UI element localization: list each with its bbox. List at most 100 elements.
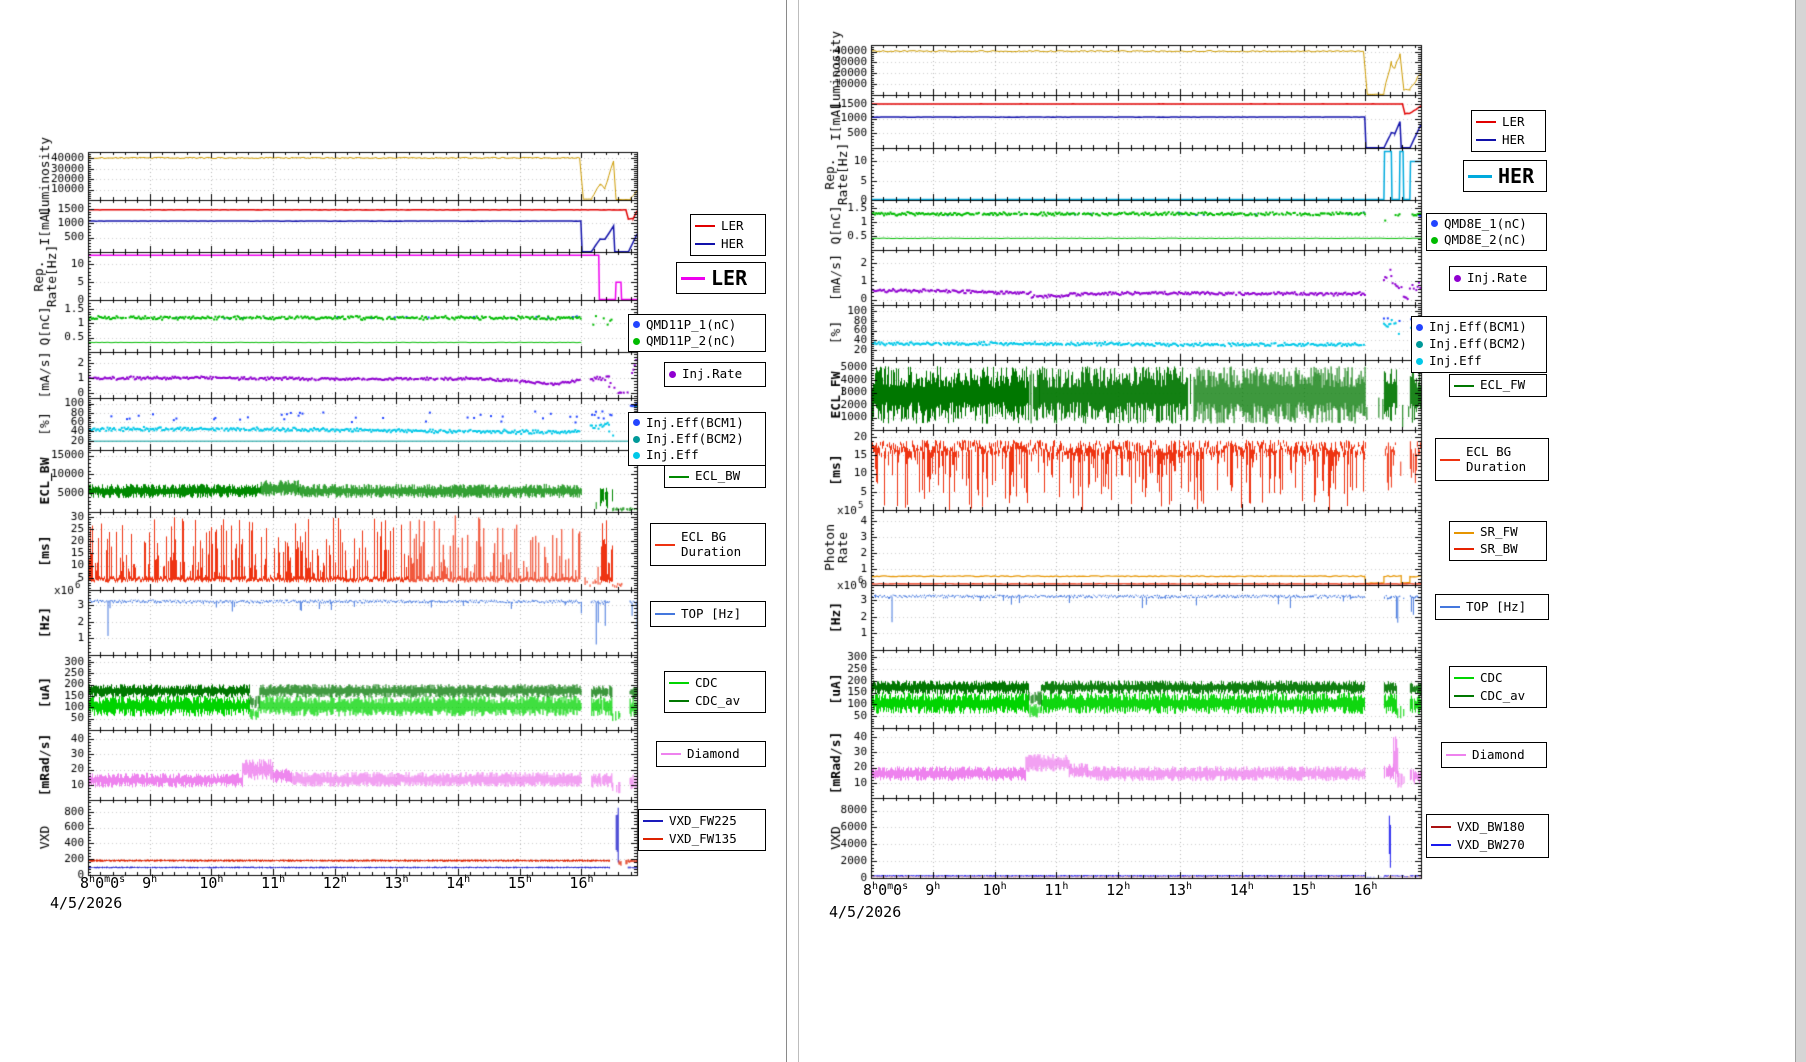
x-tick-label: 16h <box>569 874 594 892</box>
panel-right: 8h0m0s 9h 10h 11h 12h 13h 14h 15h 16h LER HER HER Q… <box>798 0 1806 1062</box>
legend-ecl-bg: ECL BG Duration <box>1435 438 1549 481</box>
legend-item: Inj.Rate <box>1454 270 1542 286</box>
dot-marker-icon <box>633 337 640 345</box>
legend-label: Inj.Rate <box>682 366 743 382</box>
legend-label: QMD8E_2(nC) <box>1444 231 1527 247</box>
legend-item: VXD_BW180 <box>1431 818 1544 834</box>
legend-rep-rate: LER <box>676 262 766 294</box>
legend-item: Inj.Eff(BCM2) <box>633 431 761 446</box>
legend-label: ECL_BW <box>695 468 741 484</box>
scrollbar[interactable] <box>1795 0 1806 1062</box>
x-tick-label-start: 8h0m0s <box>863 881 909 899</box>
legend-label: LER <box>1502 114 1525 130</box>
legend-item: Inj.Eff(BCM2) <box>1416 336 1542 351</box>
legend-inj-eff: Inj.Eff(BCM1) Inj.Eff(BCM2) Inj.Eff <box>628 412 766 466</box>
dot-marker-icon <box>1454 275 1461 282</box>
line-marker-icon <box>643 820 663 823</box>
line-marker-icon <box>1446 754 1466 756</box>
line-marker-icon <box>1454 694 1474 697</box>
legend-cdc: CDC CDC_av <box>664 671 766 713</box>
legend-label: HER <box>1502 131 1525 147</box>
legend-label: Inj.Eff(BCM1) <box>1429 319 1527 335</box>
legend-label: TOP [Hz] <box>681 605 742 621</box>
legend-item: CDC_av <box>1454 687 1542 703</box>
x-tick-label: 14h <box>446 874 471 892</box>
legend-charge: QMD8E_1(nC) QMD8E_2(nC) <box>1426 213 1547 251</box>
legend-item: Inj.Eff(BCM1) <box>633 415 761 430</box>
x-tick-label: 10h <box>199 874 224 892</box>
legend-label: Inj.Rate <box>1467 270 1528 286</box>
legend-photon-rate: SR_FW SR_BW <box>1449 521 1547 561</box>
legend-diamond: Diamond <box>1441 742 1547 768</box>
x-tick-label: 9h <box>925 881 941 899</box>
line-marker-icon <box>1454 548 1474 551</box>
legend-label: Diamond <box>1472 746 1525 762</box>
legend-item: QMD11P_2(nC) <box>633 333 761 348</box>
legend-label: LER <box>721 218 744 234</box>
x-tick-label-start: 8h0m0s <box>80 874 126 892</box>
legend-label: CDC <box>695 675 718 691</box>
dot-marker-icon <box>1416 341 1423 348</box>
legend-item: CDC <box>669 675 761 691</box>
legend-item: ECL_FW <box>1454 377 1542 393</box>
line-marker-icon <box>1431 825 1451 828</box>
legend-label: CDC <box>1480 670 1503 686</box>
legend-i-beam: LER HER <box>690 214 766 256</box>
legend-label: ECL_FW <box>1480 377 1526 393</box>
line-marker-icon <box>655 613 675 615</box>
legend-label: ECL BG Duration <box>1466 444 1527 474</box>
legend-ecl-bg: ECL BG Duration <box>650 523 766 566</box>
x-tick-label: 11h <box>1044 881 1069 899</box>
legend-item: HER <box>1468 163 1542 188</box>
legend-label: LER <box>711 265 748 290</box>
legend-item: Diamond <box>1446 746 1542 762</box>
legend-item: VXD_FW135 <box>643 830 761 846</box>
line-marker-icon <box>695 242 715 245</box>
legend-label: SR_FW <box>1480 524 1518 540</box>
legend-item: SR_FW <box>1454 525 1542 539</box>
line-marker-icon <box>669 682 689 685</box>
date-label: 4/5/2026 <box>50 894 123 912</box>
legend-label: CDC_av <box>1480 687 1526 703</box>
legend-item: HER <box>695 236 761 251</box>
line-marker-icon <box>1454 384 1474 387</box>
legend-label: ECL BG Duration <box>681 529 742 559</box>
legend-item: ECL_BW <box>669 468 761 484</box>
line-marker-icon <box>1440 458 1460 461</box>
line-marker-icon <box>655 543 675 546</box>
legend-item: CDC_av <box>669 692 761 708</box>
panel-left: 8h0m0s 9h 10h 11h 12h 13h 14h 15h 16h LER HER LER Q… <box>0 0 787 1062</box>
legend-label: VXD_BW180 <box>1457 818 1525 834</box>
dot-marker-icon <box>633 435 640 443</box>
dot-marker-icon <box>633 451 640 459</box>
x-tick-label: 13h <box>384 874 409 892</box>
line-marker-icon <box>681 276 705 280</box>
x-axis-labels-right: 8h0m0s 9h 10h 11h 12h 13h 14h 15h 16h <box>799 881 1797 905</box>
line-marker-icon <box>695 225 715 228</box>
legend-label: HER <box>1498 163 1535 188</box>
legend-charge: QMD11P_1(nC) QMD11P_2(nC) <box>628 314 766 352</box>
legend-label: VXD_BW270 <box>1457 836 1525 852</box>
x-tick-label: 15h <box>1291 881 1316 899</box>
legend-item: VXD_FW225 <box>643 813 761 828</box>
legend-item: LER <box>695 218 761 234</box>
legend-item: LER <box>1476 114 1541 130</box>
legend-item: HER <box>1476 131 1541 147</box>
line-marker-icon <box>643 837 663 840</box>
x-tick-label: 10h <box>982 881 1007 899</box>
line-marker-icon <box>1440 606 1460 608</box>
legend-item: QMD11P_1(nC) <box>633 317 761 332</box>
legend-label: SR_BW <box>1480 541 1518 557</box>
legend-label: CDC_av <box>695 692 741 708</box>
date-label: 4/5/2026 <box>829 903 902 921</box>
legend-item: CDC <box>1454 670 1542 686</box>
legend-item: Inj.Eff(BCM1) <box>1416 320 1542 334</box>
legend-ecl-fw: ECL_FW <box>1449 374 1547 397</box>
legend-rep-rate: HER <box>1463 160 1547 192</box>
x-tick-label: 14h <box>1229 881 1254 899</box>
dot-marker-icon <box>633 321 640 329</box>
dot-marker-icon <box>1416 357 1423 365</box>
legend-vxd: VXD_FW225 VXD_FW135 <box>638 809 766 851</box>
legend-item: VXD_BW270 <box>1431 836 1544 852</box>
legend-label: VXD_FW135 <box>669 830 737 846</box>
